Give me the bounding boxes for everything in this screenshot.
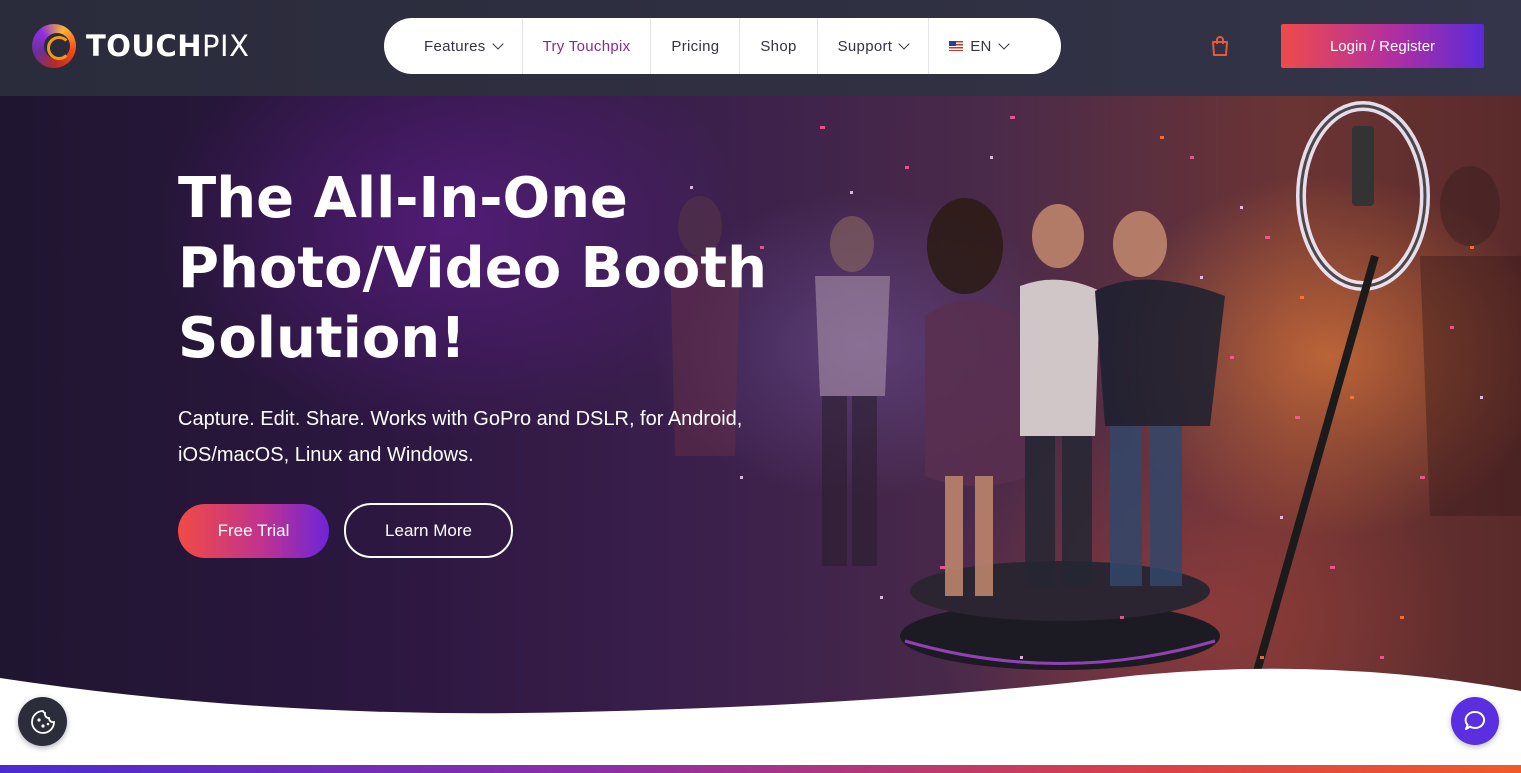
language-selector[interactable]: EN [929,18,1027,74]
site-header: TOUCHPIX Features Try Touchpix Pricing S… [0,0,1521,96]
nav-pricing-label: Pricing [671,37,720,55]
chevron-down-icon [898,37,910,50]
nav-shop-label: Shop [760,37,797,55]
nav-features-label: Features [424,37,486,55]
chevron-down-icon [998,37,1010,50]
login-register-button[interactable]: Login / Register [1281,24,1484,68]
language-label: EN [970,37,992,55]
nav-try-touchpix[interactable]: Try Touchpix [523,18,652,74]
nav-try-touchpix-label: Try Touchpix [542,37,631,55]
hero-heading: The All-In-One Photo/Video Booth Solutio… [178,164,798,374]
us-flag-icon [949,41,964,51]
hero-subtitle-line2: iOS/macOS, Linux and Windows. [178,444,474,466]
nav-support[interactable]: Support [818,18,930,74]
hero-subtitle-line1: Capture. Edit. Share. Works with GoPro a… [178,408,743,430]
brand-logo[interactable]: TOUCHPIX [32,22,249,70]
shopping-bag-icon[interactable] [1211,36,1229,56]
nav-shop[interactable]: Shop [740,18,818,74]
hero-subtitle: Capture. Edit. Share. Works with GoPro a… [178,401,798,473]
chevron-down-icon [491,37,504,50]
section-gradient-strip [0,765,1521,773]
cookie-settings-button[interactable] [18,697,67,746]
hero-wave-divider [0,668,1521,736]
main-nav: Features Try Touchpix Pricing Shop Suppo… [384,18,1061,74]
learn-more-button[interactable]: Learn More [344,503,513,558]
free-trial-button[interactable]: Free Trial [178,504,329,558]
nav-support-label: Support [837,37,893,55]
brand-name-part2: PIX [202,29,250,63]
brand-name: TOUCHPIX [86,29,249,63]
nav-pricing[interactable]: Pricing [651,18,741,74]
chat-support-button[interactable] [1451,697,1499,745]
chat-bubble-icon [1464,710,1486,730]
hero-section: The All-In-One Photo/Video Booth Solutio… [0,96,1521,736]
hero-heading-line1: The All-In-One [178,166,628,231]
hero-heading-line2: Photo/Video Booth [178,236,767,301]
hero-heading-line3: Solution! [178,306,466,371]
brand-name-part1: TOUCH [86,29,203,63]
nav-features[interactable]: Features [404,18,523,74]
logo-icon [32,24,76,68]
cookie-icon [30,709,55,734]
